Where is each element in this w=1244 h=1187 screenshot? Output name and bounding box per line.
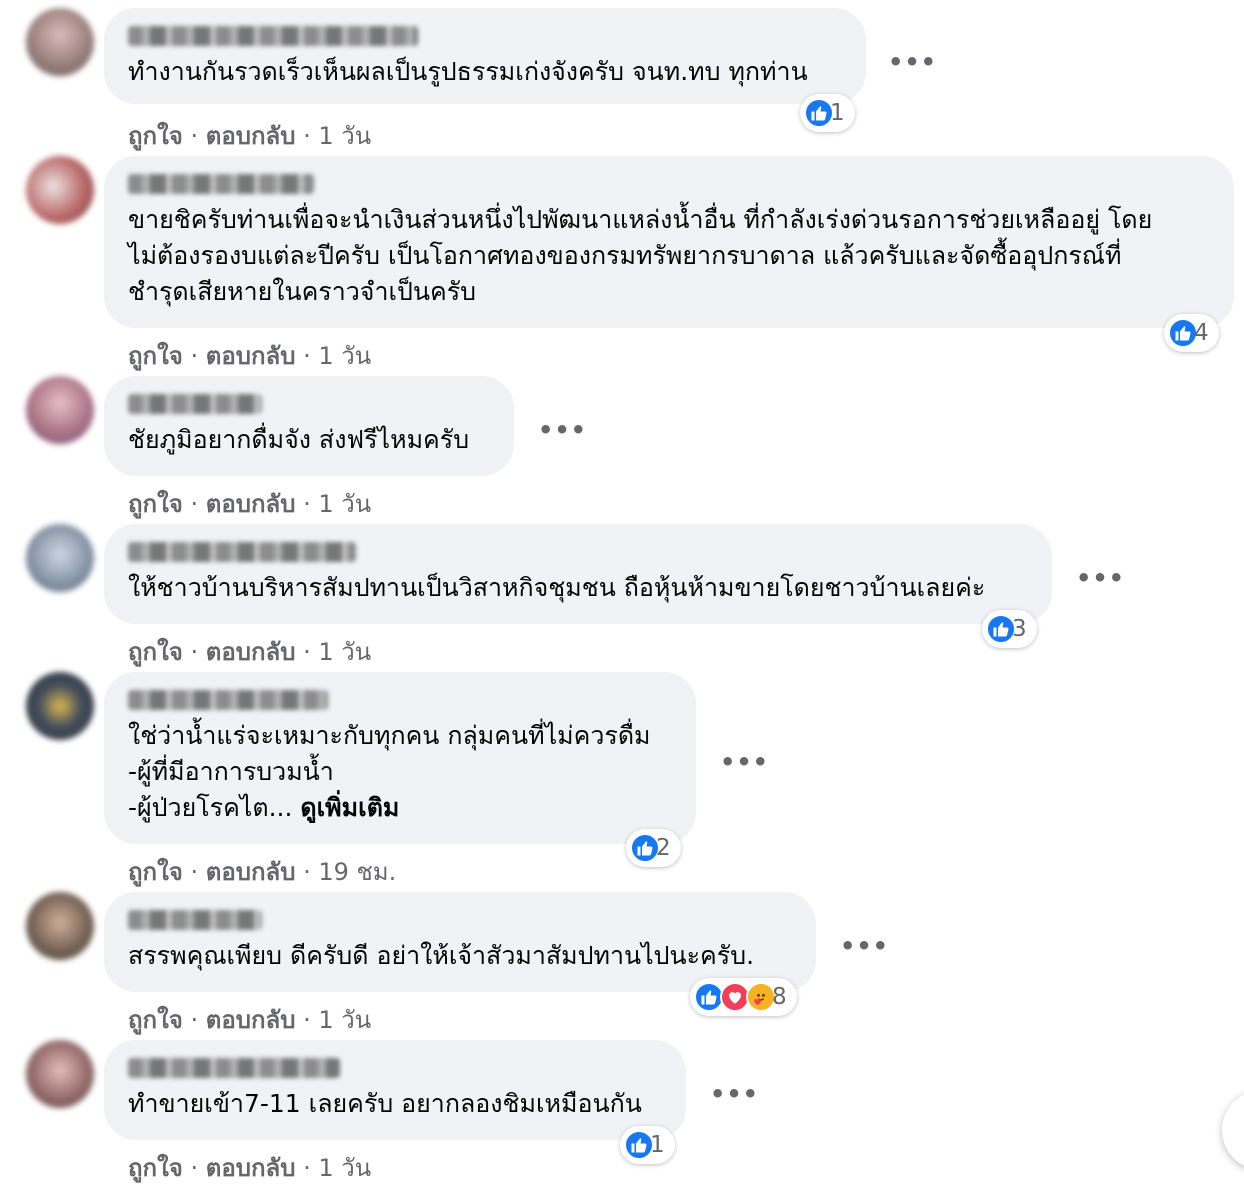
reply-link[interactable]: ตอบกลับ xyxy=(206,858,296,886)
more-options-icon[interactable]: ••• xyxy=(888,48,937,76)
like-link[interactable]: ถูกใจ xyxy=(128,342,183,370)
comment-bubble: ชัยภูมิอยากดื่มจัง ส่งฟรีไหมครับ xyxy=(104,376,514,476)
comment-actions: ถูกใจ · ตอบกลับ · 19 ชม. xyxy=(128,858,397,886)
comment-actions: ถูกใจ · ตอบกลับ · 1 วัน xyxy=(128,490,372,518)
comment-text: ใช่ว่าน้ำแร่จะเหมาะกับทุกคน กลุ่มคนที่ไม… xyxy=(128,721,651,822)
comment-text: สรรพคุณเพียบ ดีครับดี อย่าให้เจ้าสัวมาสั… xyxy=(128,941,755,970)
comment-text: ให้ชาวบ้านบริหารสัมปทานเป็นวิสาหกิจชุมชน… xyxy=(128,573,986,602)
comment-text: ขายชิครับท่านเพื่อจะนำเงินส่วนหนึ่งไปพัฒ… xyxy=(128,205,1153,306)
reply-link[interactable]: ตอบกลับ xyxy=(206,638,296,666)
reaction-count: 1 xyxy=(830,100,845,126)
comment-actions: ถูกใจ · ตอบกลับ · 1 วัน xyxy=(128,1154,372,1182)
reply-link[interactable]: ตอบกลับ xyxy=(206,1154,296,1182)
avatar[interactable] xyxy=(26,376,94,444)
author-name-blurred[interactable] xyxy=(128,174,314,194)
more-options-icon[interactable]: ••• xyxy=(538,416,587,444)
avatar[interactable] xyxy=(26,524,94,592)
reaction-count: 1 xyxy=(650,1132,665,1158)
like-link[interactable]: ถูกใจ xyxy=(128,858,183,886)
comment-text: ทำงานกันรวดเร็วเห็นผลเป็นรูปธรรมเก่งจังค… xyxy=(128,57,808,86)
reaction-summary[interactable]: 3 xyxy=(982,610,1037,648)
comment-text: ทำขายเข้า7-11 เลยครับ อยากลองชิมเหมือนกั… xyxy=(128,1089,642,1118)
reaction-count: 4 xyxy=(1194,320,1209,346)
timestamp[interactable]: 1 วัน xyxy=(318,342,371,370)
author-name-blurred[interactable] xyxy=(128,26,418,46)
more-options-icon[interactable]: ••• xyxy=(720,748,769,776)
timestamp[interactable]: 1 วัน xyxy=(318,1154,371,1182)
reply-link[interactable]: ตอบกลับ xyxy=(206,342,296,370)
author-name-blurred[interactable] xyxy=(128,1058,340,1078)
more-options-icon[interactable]: ••• xyxy=(710,1080,759,1108)
author-name-blurred[interactable] xyxy=(128,394,262,414)
reaction-summary[interactable]: 1 xyxy=(620,1126,675,1164)
avatar[interactable] xyxy=(26,8,94,76)
comment-actions: ถูกใจ · ตอบกลับ · 1 วัน xyxy=(128,342,372,370)
avatar[interactable] xyxy=(26,892,94,960)
timestamp[interactable]: 1 วัน xyxy=(318,638,371,666)
reaction-summary[interactable]: 4 xyxy=(1164,314,1219,352)
like-link[interactable]: ถูกใจ xyxy=(128,1006,183,1034)
timestamp[interactable]: 1 วัน xyxy=(318,122,371,150)
more-options-icon[interactable]: ••• xyxy=(840,932,889,960)
comment-text: ชัยภูมิอยากดื่มจัง ส่งฟรีไหมครับ xyxy=(128,425,470,454)
like-link[interactable]: ถูกใจ xyxy=(128,638,183,666)
like-link[interactable]: ถูกใจ xyxy=(128,122,183,150)
author-name-blurred[interactable] xyxy=(128,690,328,710)
like-link[interactable]: ถูกใจ xyxy=(128,1154,183,1182)
comment-bubble: ใช่ว่าน้ำแร่จะเหมาะกับทุกคน กลุ่มคนที่ไม… xyxy=(104,672,696,844)
reaction-count: 2 xyxy=(656,835,671,861)
floating-action-button[interactable] xyxy=(1222,1090,1244,1170)
comment-bubble: สรรพคุณเพียบ ดีครับดี อย่าให้เจ้าสัวมาสั… xyxy=(104,892,816,992)
reply-link[interactable]: ตอบกลับ xyxy=(206,490,296,518)
reaction-summary[interactable]: 8 xyxy=(690,978,797,1016)
comment-actions: ถูกใจ · ตอบกลับ · 1 วัน xyxy=(128,1006,372,1034)
timestamp[interactable]: 19 ชม. xyxy=(318,858,396,886)
timestamp[interactable]: 1 วัน xyxy=(318,1006,371,1034)
reaction-count: 8 xyxy=(772,984,787,1010)
see-more-link[interactable]: ดูเพิ่มเติม xyxy=(300,793,399,822)
avatar[interactable] xyxy=(26,672,94,740)
avatar[interactable] xyxy=(26,1040,94,1108)
reaction-summary[interactable]: 1 xyxy=(800,94,855,132)
timestamp[interactable]: 1 วัน xyxy=(318,490,371,518)
like-link[interactable]: ถูกใจ xyxy=(128,490,183,518)
comment-bubble: ทำขายเข้า7-11 เลยครับ อยากลองชิมเหมือนกั… xyxy=(104,1040,686,1140)
avatar[interactable] xyxy=(26,156,94,224)
reply-link[interactable]: ตอบกลับ xyxy=(206,122,296,150)
comment-actions: ถูกใจ · ตอบกลับ · 1 วัน xyxy=(128,122,372,150)
reaction-count: 3 xyxy=(1012,616,1027,642)
author-name-blurred[interactable] xyxy=(128,542,356,562)
comment-actions: ถูกใจ · ตอบกลับ · 1 วัน xyxy=(128,638,372,666)
author-name-blurred[interactable] xyxy=(128,910,262,930)
reaction-summary[interactable]: 2 xyxy=(626,829,681,867)
more-options-icon[interactable]: ••• xyxy=(1076,564,1125,592)
comment-bubble: ให้ชาวบ้านบริหารสัมปทานเป็นวิสาหกิจชุมชน… xyxy=(104,524,1052,624)
comment-bubble: ขายชิครับท่านเพื่อจะนำเงินส่วนหนึ่งไปพัฒ… xyxy=(104,156,1234,328)
comment-bubble: ทำงานกันรวดเร็วเห็นผลเป็นรูปธรรมเก่งจังค… xyxy=(104,8,866,104)
reply-link[interactable]: ตอบกลับ xyxy=(206,1006,296,1034)
